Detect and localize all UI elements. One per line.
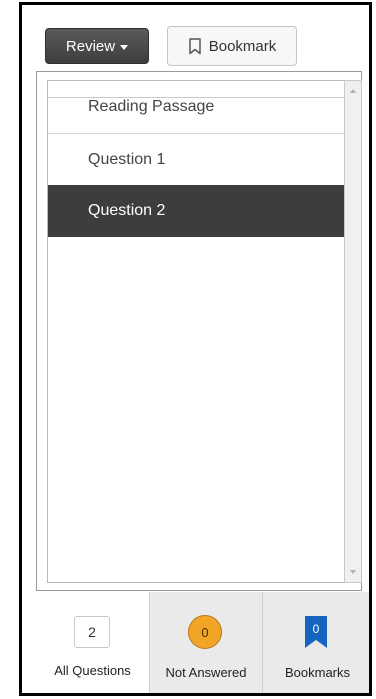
tab-label: Bookmarks	[284, 665, 351, 680]
all-questions-count-badge: 2	[74, 616, 110, 648]
bookmark-button[interactable]: Bookmark	[167, 26, 297, 66]
review-panel-frame: Review Bookmark Reading Passage Question…	[19, 2, 372, 696]
tab-all-questions[interactable]: 2 All Questions	[36, 592, 149, 693]
filter-tabs: 2 All Questions 0 Not Answered 0 Bookmar…	[36, 592, 369, 693]
list-item-question-2[interactable]: Question 2	[48, 185, 344, 237]
all-questions-count: 2	[88, 624, 96, 640]
review-dropdown-button[interactable]: Review	[45, 28, 149, 64]
tab-bookmarks[interactable]: 0 Bookmarks	[262, 592, 369, 693]
list-item-label: Question 2	[88, 202, 166, 219]
list-item-label: Reading Passage	[88, 98, 215, 115]
caret-down-icon	[120, 44, 129, 50]
scroll-down-arrow-icon[interactable]	[350, 570, 356, 574]
bookmark-outline-icon	[188, 37, 201, 54]
not-answered-count: 0	[201, 624, 209, 640]
bookmarks-count: 0	[312, 622, 320, 636]
review-button-label: Review	[65, 37, 116, 55]
question-list: Reading Passage Question 1 Question 2	[47, 80, 344, 583]
tab-not-answered[interactable]: 0 Not Answered	[149, 592, 262, 693]
question-list-panel: Reading Passage Question 1 Question 2	[36, 71, 362, 591]
list-item-reading-passage[interactable]: Reading Passage	[48, 81, 344, 133]
tab-label: All Questions	[54, 663, 131, 678]
vertical-scrollbar[interactable]	[344, 80, 362, 583]
bookmark-flag-icon: 0	[305, 616, 327, 648]
list-item-question-1[interactable]: Question 1	[48, 133, 344, 185]
scroll-up-arrow-icon[interactable]	[350, 89, 356, 93]
not-answered-count-badge: 0	[188, 615, 222, 649]
toolbar: Review Bookmark	[22, 5, 369, 71]
bookmark-button-label: Bookmark	[208, 37, 277, 55]
list-item-label: Question 1	[88, 150, 166, 168]
tab-label: Not Answered	[165, 665, 247, 680]
